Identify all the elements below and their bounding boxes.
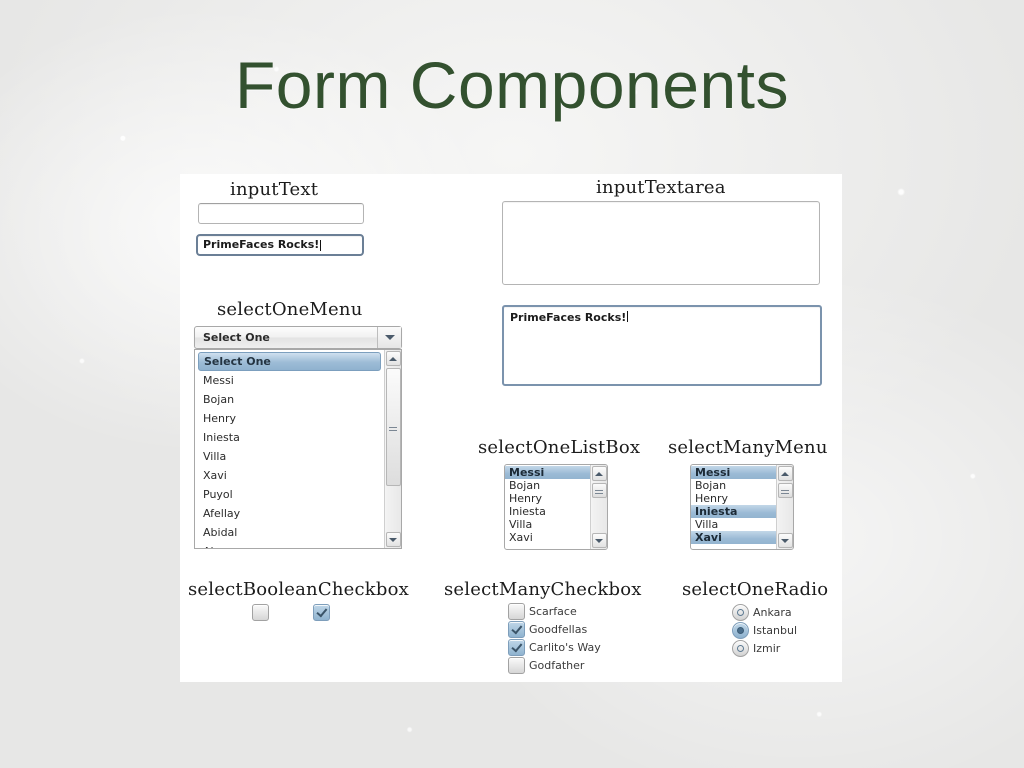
select-one-menu-trigger[interactable]: Select One — [194, 326, 402, 349]
select-one-menu-panel[interactable]: Select One Messi Bojan Henry Iniesta Vil… — [194, 349, 402, 549]
checkbox-label: Goodfellas — [529, 623, 588, 636]
radio-row[interactable]: Ankara — [732, 604, 797, 621]
checkbox-godfather[interactable] — [508, 657, 525, 674]
radio-row[interactable]: Izmir — [732, 640, 797, 657]
radio-label: Izmir — [753, 642, 781, 655]
text-caret — [320, 239, 322, 251]
listbox-option[interactable]: Messi — [505, 466, 590, 479]
listbox-option[interactable]: Henry — [691, 492, 776, 505]
select-one-menu-option[interactable]: Bojan — [195, 390, 384, 409]
select-one-menu-option[interactable]: Abidal — [195, 523, 384, 542]
radio-istanbul[interactable] — [732, 622, 749, 639]
boolean-checkbox-unchecked[interactable] — [252, 604, 269, 621]
radio-label: Istanbul — [753, 624, 798, 637]
select-one-menu-option-list[interactable]: Select One Messi Bojan Henry Iniesta Vil… — [195, 350, 384, 548]
scrollbar-thumb[interactable] — [385, 368, 401, 486]
input-textarea-empty[interactable] — [502, 201, 820, 285]
label-select-boolean-checkbox: selectBooleanCheckbox — [188, 579, 409, 600]
radio-label: Ankara — [753, 606, 792, 619]
select-one-menu-option[interactable]: Select One — [198, 352, 381, 371]
select-one-menu-option[interactable]: Henry — [195, 409, 384, 428]
select-one-listbox[interactable]: Messi Bojan Henry Iniesta Villa Xavi — [504, 464, 608, 550]
input-text-filled[interactable]: PrimeFaces Rocks! — [196, 234, 364, 256]
check-icon — [315, 605, 327, 617]
select-boolean-checkbox-group — [252, 604, 330, 621]
checkbox-row[interactable]: Godfather — [508, 657, 601, 674]
select-one-menu-option[interactable]: Afellay — [195, 504, 384, 523]
listbox-option[interactable]: Villa — [691, 518, 776, 531]
select-one-menu-option[interactable]: Xavi — [195, 466, 384, 485]
select-one-menu-scrollbar[interactable] — [384, 350, 401, 548]
listbox-option[interactable]: Bojan — [691, 479, 776, 492]
checkbox-carlitos-way[interactable] — [508, 639, 525, 656]
select-many-checkbox-group: Scarface Goodfellas Carlito's Way Godfat… — [508, 603, 601, 675]
label-input-textarea: inputTextarea — [596, 177, 726, 198]
scroll-down-icon[interactable] — [591, 533, 607, 548]
select-one-menu-option[interactable]: Alves — [195, 542, 384, 548]
listbox-option[interactable]: Villa — [505, 518, 590, 531]
select-many-menu-options[interactable]: Messi Bojan Henry Iniesta Villa Xavi — [691, 465, 776, 549]
listbox-option[interactable]: Messi — [691, 466, 776, 479]
page-title: Form Components — [234, 48, 790, 122]
radio-izmir[interactable] — [732, 640, 749, 657]
chevron-down-icon[interactable] — [377, 327, 401, 348]
select-one-listbox-options[interactable]: Messi Bojan Henry Iniesta Villa Xavi — [505, 465, 590, 549]
check-icon — [510, 640, 522, 652]
checkbox-label: Carlito's Way — [529, 641, 601, 654]
checkbox-row[interactable]: Goodfellas — [508, 621, 601, 638]
listbox-option[interactable]: Iniesta — [691, 505, 776, 518]
select-one-menu-option[interactable]: Messi — [195, 371, 384, 390]
scrollbar-track[interactable] — [777, 499, 793, 532]
textarea-caret — [627, 311, 629, 322]
label-select-one-listbox: selectOneListBox — [478, 437, 641, 458]
scroll-up-icon[interactable] — [777, 466, 793, 481]
select-many-menu-scrollbar[interactable] — [776, 465, 793, 549]
select-one-menu-option[interactable]: Villa — [195, 447, 384, 466]
listbox-option[interactable]: Bojan — [505, 479, 590, 492]
input-text-filled-value: PrimeFaces Rocks! — [203, 238, 320, 252]
input-text-empty[interactable] — [198, 203, 364, 224]
select-one-menu-option[interactable]: Puyol — [195, 485, 384, 504]
radio-ankara[interactable] — [732, 604, 749, 621]
scrollbar-track[interactable] — [591, 499, 607, 532]
checkbox-scarface[interactable] — [508, 603, 525, 620]
scroll-down-icon[interactable] — [385, 532, 401, 547]
listbox-option[interactable]: Henry — [505, 492, 590, 505]
select-one-menu-option[interactable]: Iniesta — [195, 428, 384, 447]
listbox-option[interactable]: Iniesta — [505, 505, 590, 518]
listbox-option[interactable]: Xavi — [505, 531, 590, 544]
scrollbar-thumb[interactable] — [777, 483, 793, 498]
label-select-many-menu: selectManyMenu — [668, 437, 828, 458]
checkbox-label: Godfather — [529, 659, 585, 672]
radio-dot-icon — [737, 645, 744, 652]
radio-row[interactable]: Istanbul — [732, 622, 797, 639]
check-icon — [510, 622, 522, 634]
select-many-menu[interactable]: Messi Bojan Henry Iniesta Villa Xavi — [690, 464, 794, 550]
label-select-one-radio: selectOneRadio — [682, 579, 829, 600]
scrollbar-thumb[interactable] — [591, 483, 607, 498]
radio-dot-icon — [737, 627, 744, 634]
checkbox-row[interactable]: Scarface — [508, 603, 601, 620]
scroll-up-icon[interactable] — [385, 351, 401, 366]
scroll-down-icon[interactable] — [777, 533, 793, 548]
scroll-up-icon[interactable] — [591, 466, 607, 481]
content-panel: inputText PrimeFaces Rocks! inputTextare… — [180, 174, 842, 682]
label-select-many-checkbox: selectManyCheckbox — [444, 579, 642, 600]
checkbox-goodfellas[interactable] — [508, 621, 525, 638]
input-textarea-filled-value: PrimeFaces Rocks! — [510, 311, 627, 324]
boolean-checkbox-checked[interactable] — [313, 604, 330, 621]
label-input-text: inputText — [230, 179, 319, 200]
label-select-one-menu: selectOneMenu — [217, 299, 363, 320]
listbox-option[interactable]: Xavi — [691, 531, 776, 544]
checkbox-row[interactable]: Carlito's Way — [508, 639, 601, 656]
select-one-listbox-scrollbar[interactable] — [590, 465, 607, 549]
select-one-radio-group: Ankara Istanbul Izmir — [732, 604, 797, 658]
radio-dot-icon — [737, 609, 744, 616]
input-textarea-filled[interactable]: PrimeFaces Rocks! — [502, 305, 822, 386]
checkbox-label: Scarface — [529, 605, 577, 618]
scrollbar-track[interactable] — [385, 487, 401, 531]
select-one-menu-value: Select One — [203, 331, 270, 344]
